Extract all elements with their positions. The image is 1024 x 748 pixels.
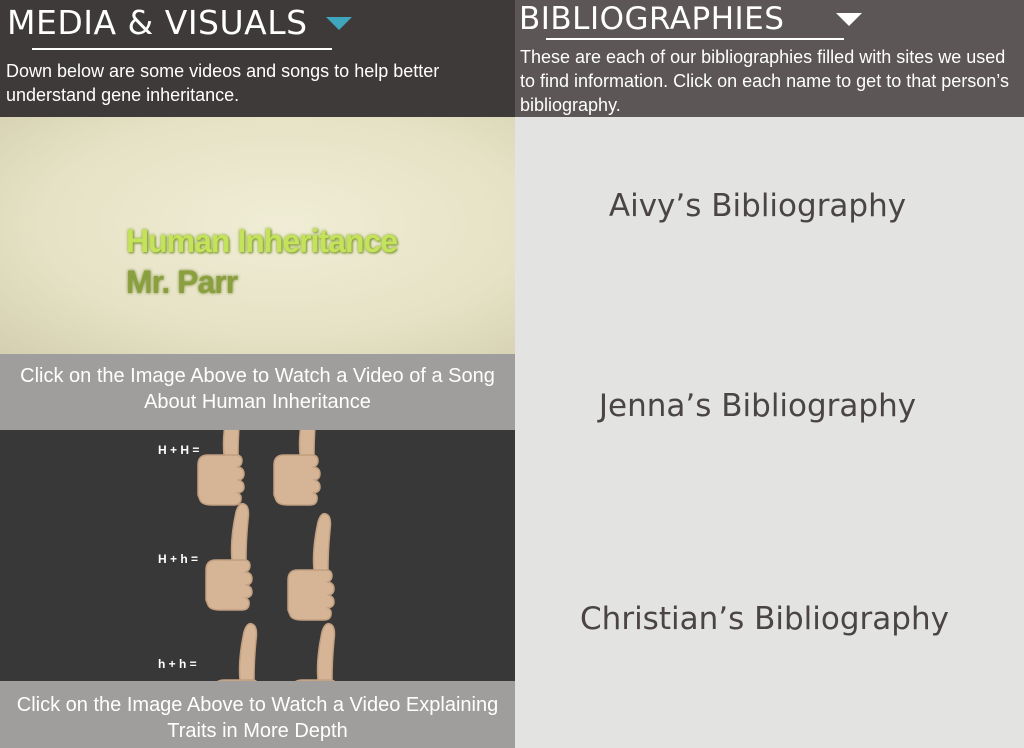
thumbs-up-icon [213,622,261,681]
thumbs-up-icon [273,430,321,506]
bibliographies-header: BIBLIOGRAPHIES These are each of our bib… [515,0,1024,117]
bibliography-link-aivy[interactable]: Aivy’s Bibliography [503,188,1012,224]
media-header: MEDIA & VISUALS Down below are some vide… [0,0,515,117]
video-title: Human Inheritance [126,223,398,259]
thumbs-up-icon [291,622,339,681]
thumbs-up-icon [197,430,245,506]
video-caption-song[interactable]: Click on the Image Above to Watch a Vide… [0,354,515,430]
chevron-down-icon[interactable] [326,17,352,30]
bibliography-link-christian[interactable]: Christian’s Bibliography [510,601,1019,637]
video-author: Mr. Parr [126,264,238,300]
video-thumbnail-traits[interactable]: H + H = H + h = h + h = [0,430,515,681]
bibliographies-title: BIBLIOGRAPHIES [519,1,785,37]
video-caption-traits[interactable]: Click on the Image Above to Watch a Vide… [0,681,515,748]
media-title: MEDIA & VISUALS [7,3,308,42]
media-title-underline [32,48,332,50]
video-thumbnail-human-inheritance[interactable]: Human Inheritance Mr. Parr [0,117,515,354]
media-description: Down below are some videos and songs to … [6,61,440,105]
bibliography-link-jenna[interactable]: Jenna’s Bibliography [503,388,1012,424]
bibliographies-title-underline [546,38,844,40]
thumbs-up-icon [205,502,253,611]
thumbs-illustration [197,430,339,681]
bibliography-list: Aivy’s Bibliography Jenna’s Bibliography… [515,117,1024,748]
chevron-down-icon[interactable] [836,13,862,26]
bibliographies-description: These are each of our bibliographies fil… [520,47,1009,115]
thumbs-up-icon [287,512,335,621]
